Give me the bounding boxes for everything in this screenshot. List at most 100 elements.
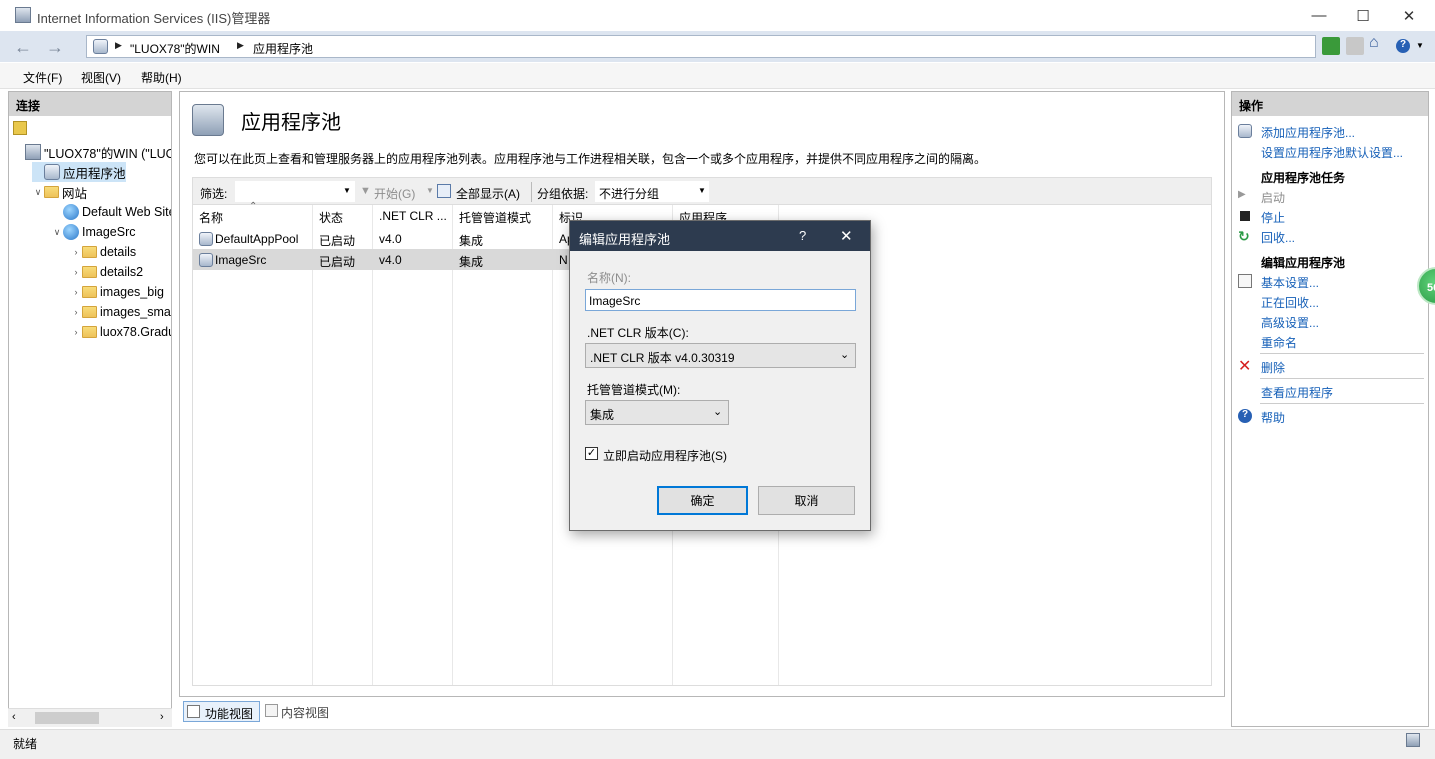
tree-item[interactable]: ∨ ImageSrc xyxy=(51,222,136,242)
actions-divider xyxy=(1260,403,1424,404)
filter-dropdown-icon[interactable]: ▼ xyxy=(343,186,351,195)
help-dropdown-icon[interactable]: ▼ xyxy=(1416,41,1424,50)
column-header-status[interactable]: 状态 xyxy=(313,205,343,226)
tree-item[interactable]: › luox78.Gradua xyxy=(70,322,172,342)
horizontal-scrollbar[interactable]: ‹ › xyxy=(8,708,172,727)
recycle-link[interactable]: 回收... xyxy=(1261,229,1295,246)
tree-item[interactable]: › images_big xyxy=(70,282,164,302)
filter-bar: 筛选: ▼ ▼ 开始(G) ▼ 全部显示(A) 分组依据: 不进行分组 ▼ xyxy=(192,177,1212,205)
back-arrow-icon[interactable]: ← xyxy=(10,36,36,58)
scroll-thumb[interactable] xyxy=(35,712,99,724)
tree-item-label: "LUOX78"的WIN ("LUOX xyxy=(44,146,172,161)
tree-item[interactable]: › images_small xyxy=(70,302,172,322)
set-defaults-link[interactable]: 设置应用程序池默认设置... xyxy=(1261,144,1403,161)
start-filter-button[interactable]: 开始(G) xyxy=(374,185,415,202)
edit-app-pool-dialog: 编辑应用程序池 ? ✕ 名称(N): ImageSrc .NET CLR 版本(… xyxy=(569,220,871,531)
menu-file[interactable]: 文件(F) xyxy=(23,69,62,86)
group-by-select[interactable]: 不进行分组 ▼ xyxy=(595,181,709,202)
minimize-button[interactable]: — xyxy=(1296,0,1342,31)
iis-app-icon xyxy=(15,7,31,23)
tab-features-view[interactable]: 功能视图 xyxy=(183,701,260,722)
row-name: DefaultAppPool xyxy=(215,232,299,246)
rename-link[interactable]: 重命名 xyxy=(1261,334,1297,351)
show-all-button[interactable]: 全部显示(A) xyxy=(456,185,520,202)
stop-icon[interactable] xyxy=(1346,37,1364,55)
help-icon[interactable]: ? xyxy=(1396,39,1410,53)
basic-settings-link[interactable]: 基本设置... xyxy=(1261,274,1319,291)
page-description: 您可以在此页上查看和管理服务器上的应用程序池列表。应用程序池与工作进程相关联，包… xyxy=(194,152,987,166)
dialog-help-button[interactable]: ? xyxy=(799,228,806,243)
filter-label: 筛选: xyxy=(200,187,228,201)
expand-arrow-closed-icon[interactable]: › xyxy=(70,327,82,337)
tree-item[interactable]: › details xyxy=(70,242,137,262)
expand-arrow-closed-icon[interactable]: › xyxy=(70,267,82,277)
start-link[interactable]: 启动 xyxy=(1261,189,1285,206)
column-header-pipeline[interactable]: 托管管道模式 xyxy=(453,205,531,226)
connect-icon[interactable] xyxy=(13,121,27,135)
view-applications-link[interactable]: 查看应用程序 xyxy=(1261,384,1333,401)
start-icon: ▶ xyxy=(1238,189,1246,200)
tab-content-view[interactable]: 内容视图 xyxy=(263,701,335,722)
dialog-title: 编辑应用程序池 xyxy=(579,232,671,247)
tree-item[interactable]: "LUOX78"的WIN ("LUOX xyxy=(13,142,172,162)
autostart-checkbox[interactable]: ✓ xyxy=(585,447,598,460)
dialog-close-button[interactable]: ✕ xyxy=(840,227,853,245)
tree-item[interactable]: 应用程序池 xyxy=(32,162,126,182)
status-text: 就绪 xyxy=(13,737,38,751)
expand-arrow-closed-icon[interactable]: › xyxy=(70,247,82,257)
toolbar-divider xyxy=(531,182,532,202)
group-by-dropdown-icon[interactable]: ▼ xyxy=(698,186,706,195)
scroll-right-icon[interactable]: › xyxy=(160,711,164,723)
page-title: 应用程序池 xyxy=(241,112,341,134)
refresh-icon[interactable] xyxy=(1322,37,1340,55)
chevron-down-icon: ⌄ xyxy=(840,349,850,361)
menu-help[interactable]: 帮助(H) xyxy=(141,69,182,86)
expand-arrow-closed-icon[interactable]: › xyxy=(70,307,82,317)
stop-icon xyxy=(1240,211,1250,221)
autostart-label[interactable]: 立即启动应用程序池(S) xyxy=(603,447,727,464)
breadcrumb-app-pools[interactable]: 应用程序池 xyxy=(253,40,313,57)
recycling-link[interactable]: 正在回收... xyxy=(1261,294,1319,311)
forward-arrow-icon[interactable]: → xyxy=(42,36,68,58)
tree-item-label: images_big xyxy=(100,285,164,299)
folder-icon xyxy=(82,286,97,298)
expand-arrow-closed-icon[interactable]: › xyxy=(70,287,82,297)
delete-link[interactable]: 删除 xyxy=(1261,359,1285,376)
filter-input[interactable]: ▼ xyxy=(235,181,355,202)
close-button[interactable]: ✕ xyxy=(1386,0,1432,31)
clr-version-select[interactable]: .NET CLR 版本 v4.0.30319 ⌄ xyxy=(585,343,856,368)
row-status: 已启动 xyxy=(319,255,356,269)
ok-button[interactable]: 确定 xyxy=(657,486,748,515)
column-header-clr[interactable]: .NET CLR ... xyxy=(373,205,447,226)
features-view-icon xyxy=(187,705,200,718)
tree-item-label: luox78.Gradua xyxy=(100,325,171,339)
start-dropdown-icon[interactable]: ▼ xyxy=(426,186,434,195)
tree-item-label: images_small xyxy=(100,305,172,319)
expand-arrow-open-icon[interactable]: ∨ xyxy=(51,227,63,238)
address-bar[interactable]: ▶ "LUOX78"的WIN ▶ 应用程序池 xyxy=(86,35,1316,58)
breadcrumb-server[interactable]: "LUOX78"的WIN xyxy=(130,40,220,57)
stop-link[interactable]: 停止 xyxy=(1261,209,1285,226)
tree-item[interactable]: › details2 xyxy=(70,262,144,282)
maximize-button[interactable]: ☐ xyxy=(1340,0,1386,31)
cancel-button[interactable]: 取消 xyxy=(758,486,855,515)
column-divider xyxy=(552,205,553,685)
pipeline-mode-select[interactable]: 集成 ⌄ xyxy=(585,400,729,425)
tree-item-label: 网站 xyxy=(62,186,88,201)
expand-arrow-open-icon[interactable]: ∨ xyxy=(32,187,44,198)
connections-header: 连接 xyxy=(9,92,171,116)
add-app-pool-link[interactable]: 添加应用程序池... xyxy=(1261,124,1355,141)
help-link[interactable]: 帮助 xyxy=(1261,409,1285,426)
column-header-name[interactable]: 名称 xyxy=(193,205,223,226)
tree-item-label: ImageSrc xyxy=(82,225,136,239)
tree-item[interactable]: Default Web Site xyxy=(51,202,171,222)
row-clr: v4.0 xyxy=(379,232,402,246)
tree-item[interactable]: ∨ 网站 xyxy=(32,182,87,202)
tab-content-view-label: 内容视图 xyxy=(281,706,330,720)
name-field[interactable]: ImageSrc xyxy=(585,289,856,311)
advanced-settings-link[interactable]: 高级设置... xyxy=(1261,314,1319,331)
edit-pool-header: 编辑应用程序池 xyxy=(1261,256,1346,270)
menu-view[interactable]: 视图(V) xyxy=(81,69,121,86)
home-icon[interactable]: ⌂ xyxy=(1369,34,1387,52)
scroll-left-icon[interactable]: ‹ xyxy=(12,711,16,723)
